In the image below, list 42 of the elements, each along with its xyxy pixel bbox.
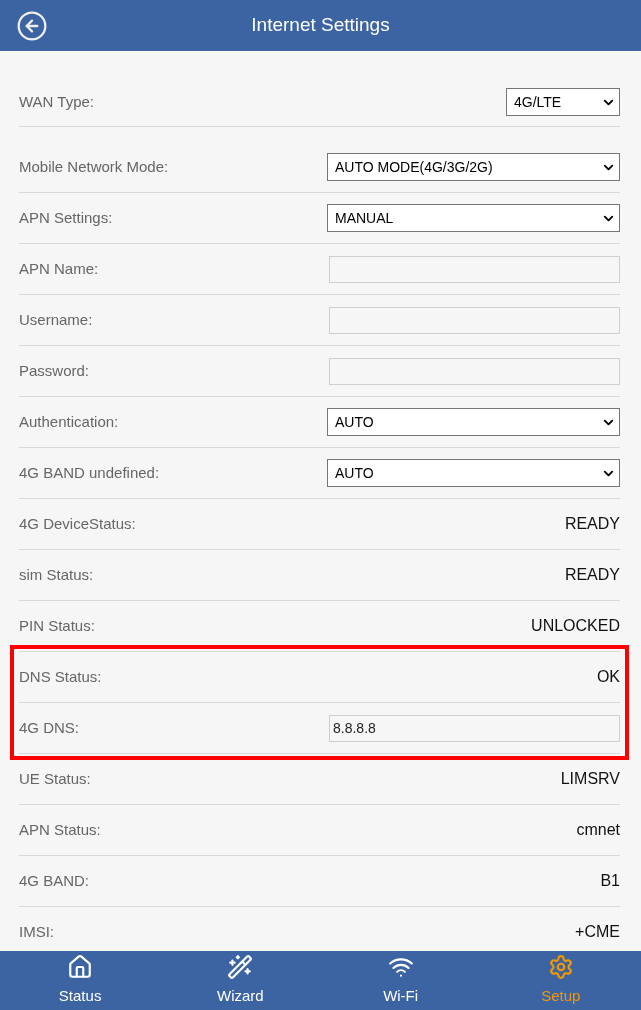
settings-icon — [547, 953, 574, 980]
house-icon — [67, 953, 94, 980]
status-value: cmnet — [576, 820, 620, 840]
page-title: Internet Settings — [251, 13, 390, 38]
input-field[interactable]: 8.8.8.8 — [329, 714, 620, 742]
field-label: Username: — [19, 309, 93, 330]
field-label: WAN Type: — [19, 91, 95, 112]
dropdown[interactable]: 4G/LTE — [506, 88, 620, 116]
field-label: Mobile Network Mode: — [19, 156, 169, 177]
field-label: DNS Status: — [19, 666, 102, 687]
field-label: 4G BAND undefined: — [19, 462, 160, 483]
field-label: Authentication: — [19, 411, 119, 432]
field-label: PIN Status: — [19, 615, 95, 636]
input-field[interactable] — [329, 255, 620, 283]
status-value: READY — [564, 514, 620, 534]
dropdown[interactable]: AUTO — [327, 408, 620, 436]
field-label: UE Status: — [19, 768, 91, 789]
back-button[interactable] — [16, 9, 48, 42]
magic-wand-icon — [227, 953, 254, 980]
dropdown[interactable]: AUTO — [327, 459, 620, 487]
input-field[interactable] — [329, 306, 620, 334]
status-value: +CME — [575, 922, 620, 942]
field-label: IMSI: — [19, 921, 54, 942]
input-field[interactable] — [329, 357, 620, 385]
field-label: 4G DNS: — [19, 717, 79, 738]
field-label: 4G DeviceStatus: — [19, 513, 136, 534]
status-value: LIMSRV — [560, 769, 620, 789]
field-label: APN Name: — [19, 258, 99, 279]
nav-tab[interactable]: Wi-Fi — [320, 951, 481, 1010]
nav-tab[interactable]: Status — [0, 951, 161, 1010]
status-value: OK — [596, 667, 620, 687]
status-value: UNLOCKED — [531, 616, 620, 636]
field-label: APN Status: — [19, 819, 101, 840]
field-label: APN Settings: — [19, 207, 113, 228]
status-value: READY — [564, 565, 620, 585]
field-label: Password: — [19, 360, 90, 381]
dropdown[interactable]: MANUAL — [327, 204, 620, 232]
dropdown[interactable]: AUTO MODE(4G/3G/2G) — [327, 153, 620, 181]
nav-tab[interactable]: Wizard — [160, 951, 321, 1010]
field-label: 4G BAND: — [19, 870, 90, 891]
field-label: sim Status: — [19, 564, 94, 585]
status-value: B1 — [600, 871, 620, 891]
